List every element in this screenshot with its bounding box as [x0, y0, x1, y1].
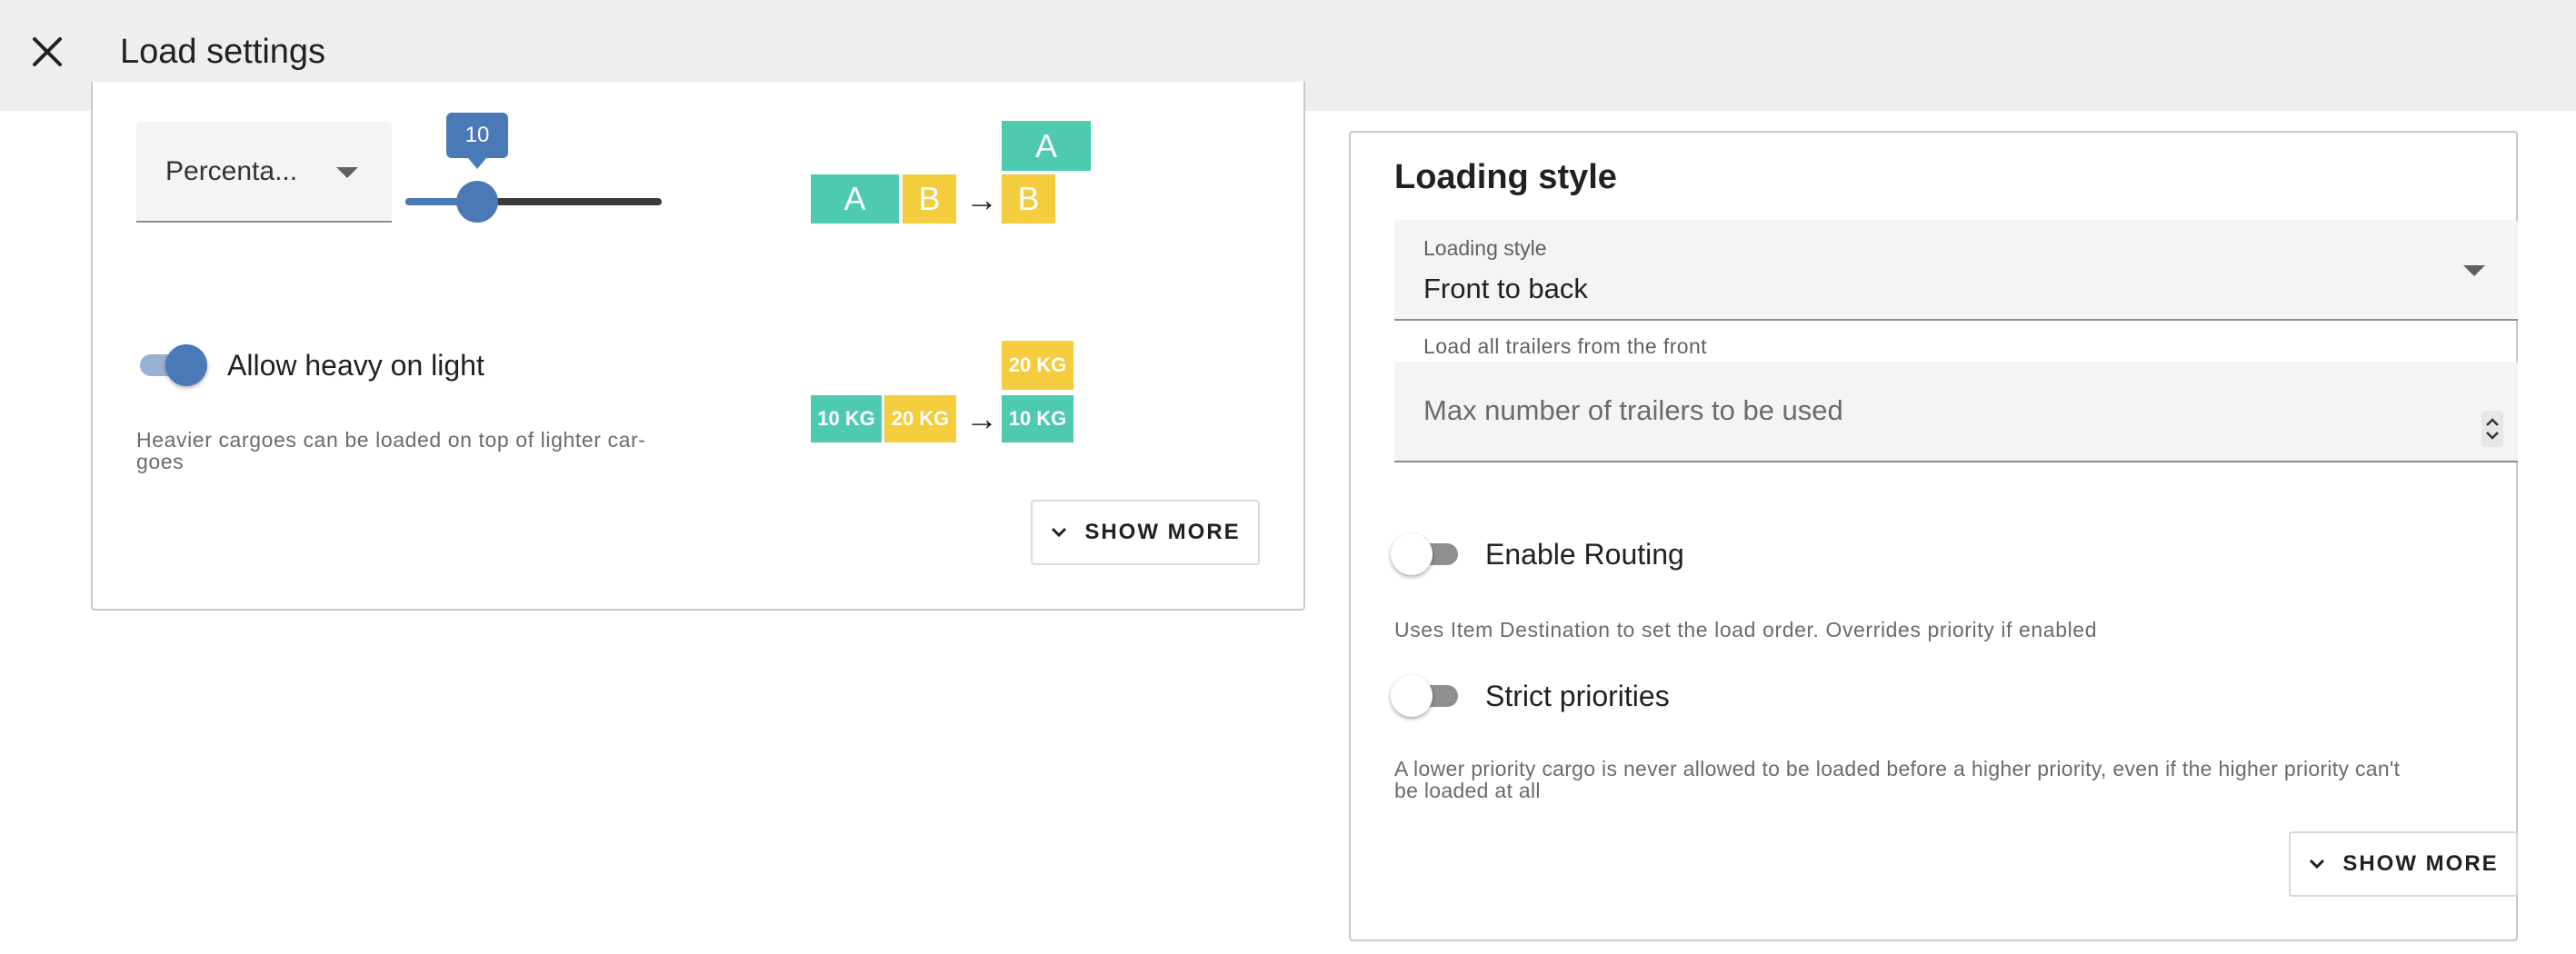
cargo-block-10kg: 10 KG — [811, 395, 882, 442]
strict-priorities-toggle[interactable] — [1391, 675, 1463, 717]
loading-style-select[interactable]: Loading style Front to back — [1394, 220, 2518, 321]
description-line: goes — [136, 450, 185, 473]
strict-priorities-description: A lower priority cargo is never allowed … — [1394, 758, 2400, 801]
description-line: Heavier cargoes can be loaded on top of … — [136, 428, 646, 452]
cargo-block-10kg-result: 10 KG — [1002, 395, 1073, 442]
loading-style-value: Front to back — [1423, 273, 1588, 304]
toggle-knob — [1391, 533, 1433, 575]
strict-priorities-label: Strict priorities — [1485, 680, 1670, 712]
close-button[interactable] — [27, 32, 67, 72]
show-more-button[interactable]: SHOW MORE — [1031, 500, 1260, 565]
cargo-block-a: A — [811, 174, 899, 224]
cargo-block-20kg: 20 KG — [884, 395, 956, 442]
enable-routing-toggle[interactable] — [1391, 533, 1463, 575]
unit-select[interactable]: Percenta... — [136, 122, 392, 223]
max-trailers-input[interactable] — [1423, 393, 2423, 429]
slider-value-label: 10 — [445, 113, 508, 169]
description-line: be loaded at all — [1394, 779, 1541, 802]
dropdown-caret-icon — [336, 167, 358, 178]
cargo-block-a-result: A — [1002, 121, 1091, 171]
cargo-block-20kg-result: 20 KG — [1002, 341, 1073, 390]
unit-select-value: Percenta... — [165, 156, 298, 186]
dropdown-caret-icon — [2463, 265, 2485, 276]
loading-style-helper: Load all trailers from the front — [1423, 334, 1707, 358]
enable-routing-description: Uses Item Destination to set the load or… — [1394, 618, 2098, 641]
description-line: A lower priority cargo is never allowed … — [1394, 757, 2401, 780]
show-more-button[interactable]: SHOW MORE — [2289, 831, 2518, 897]
loading-style-field-label: Loading style — [1423, 236, 1547, 260]
max-trailers-field[interactable] — [1394, 362, 2518, 462]
chevron-down-icon — [2310, 859, 2325, 870]
cargo-block-b-result: B — [1002, 174, 1055, 224]
enable-routing-label: Enable Routing — [1485, 538, 1684, 571]
show-more-label: SHOW MORE — [1084, 520, 1241, 544]
heavy-on-light-label: Allow heavy on light — [227, 349, 484, 382]
chevron-down-icon — [1052, 527, 1067, 538]
arrow-right-icon: → — [965, 400, 998, 437]
close-icon — [33, 37, 62, 66]
toggle-knob — [1391, 675, 1433, 717]
cargo-block-b: B — [903, 174, 956, 224]
show-more-label: SHOW MORE — [2342, 851, 2499, 876]
toggle-knob — [165, 344, 207, 386]
heavy-on-light-toggle[interactable] — [135, 344, 207, 386]
number-spinner-icon[interactable] — [2481, 411, 2503, 447]
slider-thumb[interactable] — [455, 181, 498, 223]
arrow-right-icon: → — [965, 181, 998, 218]
page-title: Load settings — [120, 33, 326, 71]
heavy-on-light-description: Heavier cargoes can be loaded on top of … — [136, 429, 646, 472]
loading-style-title: Loading style — [1394, 158, 1617, 196]
